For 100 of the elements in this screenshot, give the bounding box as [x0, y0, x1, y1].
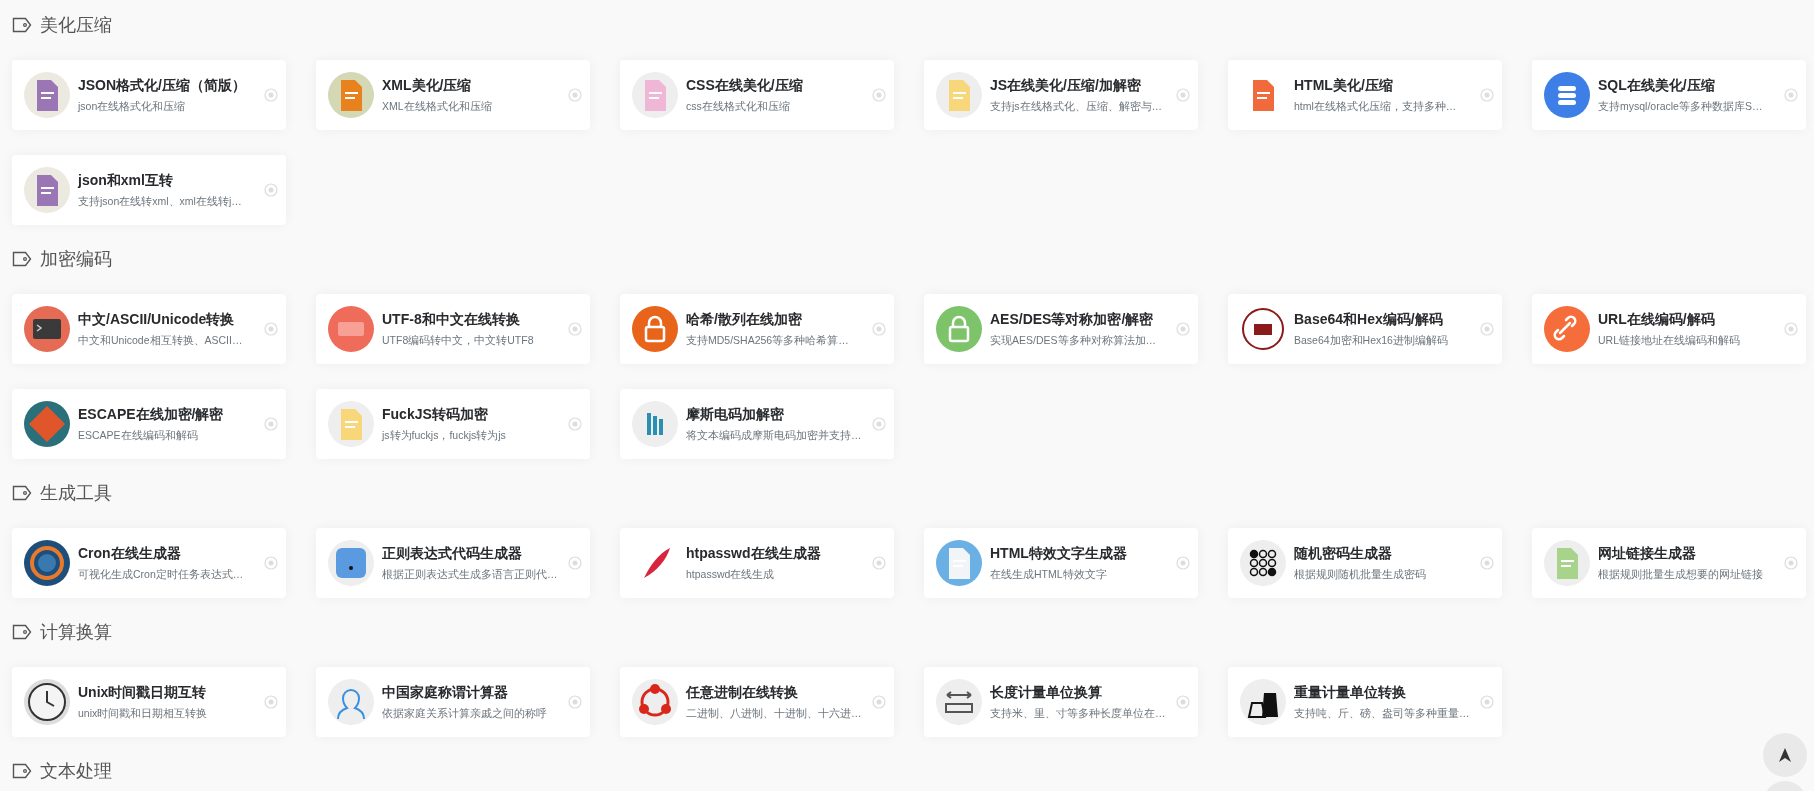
- tag-icon: [12, 485, 32, 501]
- dot-circle-icon: [264, 556, 278, 570]
- tool-card[interactable]: HTML美化/压缩 html在线格式化压缩，支持多种…: [1228, 60, 1502, 130]
- tag-icon: [12, 624, 32, 640]
- tool-card[interactable]: 重量计量单位转换 支持吨、斤、磅、盎司等多种重量…: [1228, 667, 1502, 737]
- tool-title: 长度计量单位换算: [990, 683, 1102, 703]
- tool-description: 可视化生成Cron定时任务表达式…: [78, 567, 244, 583]
- tool-card[interactable]: XML美化/压缩 XML在线格式化和压缩: [316, 60, 590, 130]
- tool-card[interactable]: UTF-8和中文在线转换 UTF8编码转中文，中文转UTF8: [316, 294, 590, 364]
- dot-circle-icon: [1480, 88, 1494, 102]
- tool-description: 中文和Unicode相互转换、ASCII…: [78, 333, 243, 349]
- tool-description: css在线格式化和压缩: [686, 99, 790, 115]
- tool-card[interactable]: CSS在线美化/压缩 css在线格式化和压缩: [620, 60, 894, 130]
- cycle-icon: [632, 679, 678, 725]
- tool-title: UTF-8和中文在线转换: [382, 310, 520, 330]
- dot-circle-icon: [264, 183, 278, 197]
- person-icon: [328, 679, 374, 725]
- tool-description: 支持js在线格式化、压缩、解密与…: [990, 99, 1163, 115]
- document-icon: [936, 540, 982, 586]
- bars-icon: [632, 401, 678, 447]
- dot-circle-icon: [872, 695, 886, 709]
- tool-card[interactable]: 长度计量单位换算 支持米、里、寸等多种长度单位在…: [924, 667, 1198, 737]
- tool-description: 支持吨、斤、磅、盎司等多种重量…: [1294, 706, 1470, 722]
- dial-icon: [24, 540, 70, 586]
- clock-icon: [24, 679, 70, 725]
- dot-circle-icon: [264, 695, 278, 709]
- dot-circle-icon: [1480, 556, 1494, 570]
- tool-card[interactable]: htpasswd在线生成器 htpasswd在线生成: [620, 528, 894, 598]
- tool-card[interactable]: Unix时间戳日期互转 unix时间戳和日期相互转换: [12, 667, 286, 737]
- arrow-up-icon: [1777, 747, 1793, 763]
- tool-description: 根据规则随机批量生成密码: [1294, 567, 1426, 583]
- dot-circle-icon: [1480, 322, 1494, 336]
- tool-description: XML在线格式化和压缩: [382, 99, 492, 115]
- tool-card[interactable]: SQL在线美化/压缩 支持mysql/oracle等多种数据库S…: [1532, 60, 1806, 130]
- tool-description: URL链接地址在线编码和解码: [1598, 333, 1740, 349]
- tool-card[interactable]: 哈希/散列在线加密 支持MD5/SHA256等多种哈希算…: [620, 294, 894, 364]
- dot-circle-icon: [872, 556, 886, 570]
- tool-card[interactable]: 中国家庭称谓计算器 依据家庭关系计算亲戚之间的称呼: [316, 667, 590, 737]
- section-title: 美化压缩: [40, 13, 112, 37]
- section-title: 文本处理: [40, 759, 112, 783]
- tool-card[interactable]: JS在线美化/压缩/加解密 支持js在线格式化、压缩、解密与…: [924, 60, 1198, 130]
- tool-card[interactable]: AES/DES等对称加密/解密 实现AES/DES等多种对称算法加…: [924, 294, 1198, 364]
- tool-card[interactable]: Cron在线生成器 可视化生成Cron定时任务表达式…: [12, 528, 286, 598]
- tool-card[interactable]: json和xml互转 支持json在线转xml、xml在线转j…: [12, 155, 286, 225]
- tool-description: json在线格式化和压缩: [78, 99, 186, 115]
- ruler-icon: [936, 679, 982, 725]
- tool-card[interactable]: HTML特效文字生成器 在线生成HTML特效文字: [924, 528, 1198, 598]
- tool-title: JS在线美化/压缩/加解密: [990, 76, 1141, 96]
- tool-description: js转为fuckjs，fuckjs转为js: [382, 428, 506, 444]
- tool-title: 哈希/散列在线加密: [686, 310, 802, 330]
- dot-circle-icon: [568, 695, 582, 709]
- tool-title: 正则表达式代码生成器: [382, 544, 522, 564]
- tool-title: JSON格式化/压缩（简版）: [78, 76, 246, 96]
- tool-card[interactable]: URL在线编码/解码 URL链接地址在线编码和解码: [1532, 294, 1806, 364]
- section-title: 计算换算: [40, 620, 112, 644]
- tool-card[interactable]: 网址链接生成器 根据规则批量生成想要的网址链接: [1532, 528, 1806, 598]
- tool-title: 中国家庭称谓计算器: [382, 683, 508, 703]
- lock-icon: [632, 306, 678, 352]
- tool-title: HTML美化/压缩: [1294, 76, 1393, 96]
- tool-title: 网址链接生成器: [1598, 544, 1696, 564]
- dot-circle-icon: [568, 417, 582, 431]
- tool-description: 根据正则表达式生成多语言正则代…: [382, 567, 558, 583]
- dot-circle-icon: [872, 417, 886, 431]
- tool-card[interactable]: 正则表达式代码生成器 根据正则表达式生成多语言正则代…: [316, 528, 590, 598]
- tool-title: SQL在线美化/压缩: [1598, 76, 1715, 96]
- tool-description: html在线格式化压缩，支持多种…: [1294, 99, 1457, 115]
- tool-card[interactable]: 摩斯电码加解密 将文本编码成摩斯电码加密并支持…: [620, 389, 894, 459]
- tag-icon: [12, 17, 32, 33]
- dot-circle-icon: [568, 556, 582, 570]
- dot-circle-icon: [872, 322, 886, 336]
- dot-circle-icon: [1480, 695, 1494, 709]
- dot-circle-icon: [872, 88, 886, 102]
- dot-circle-icon: [1784, 88, 1798, 102]
- tool-title: htpasswd在线生成器: [686, 544, 821, 564]
- database-icon: [1544, 72, 1590, 118]
- tool-card[interactable]: 中文/ASCII/Unicode转换 中文和Unicode相互转换、ASCII…: [12, 294, 286, 364]
- tool-card[interactable]: 随机密码生成器 根据规则随机批量生成密码: [1228, 528, 1502, 598]
- tool-description: 支持米、里、寸等多种长度单位在…: [990, 706, 1166, 722]
- tool-card[interactable]: FuckJS转码加密 js转为fuckjs，fuckjs转为js: [316, 389, 590, 459]
- tool-description: ESCAPE在线编码和解码: [78, 428, 198, 444]
- tool-title: 重量计量单位转换: [1294, 683, 1406, 703]
- tool-title: 摩斯电码加解密: [686, 405, 784, 425]
- dot-circle-icon: [1176, 695, 1190, 709]
- tool-card[interactable]: JSON格式化/压缩（简版） json在线格式化和压缩: [12, 60, 286, 130]
- document-icon: [24, 72, 70, 118]
- label-icon: [328, 306, 374, 352]
- document-icon: [24, 167, 70, 213]
- document-icon: [328, 72, 374, 118]
- tool-card[interactable]: Base64和Hex编码/解码 Base64加密和Hex16进制编解码: [1228, 294, 1502, 364]
- document-icon: [632, 72, 678, 118]
- dot-circle-icon: [1176, 556, 1190, 570]
- tool-description: unix时间戳和日期相互转换: [78, 706, 208, 722]
- back-to-top-button[interactable]: [1763, 733, 1807, 777]
- tool-title: 随机密码生成器: [1294, 544, 1392, 564]
- tool-card[interactable]: ESCAPE在线加密/解密 ESCAPE在线编码和解码: [12, 389, 286, 459]
- dot-circle-icon: [264, 417, 278, 431]
- tool-title: 任意进制在线转换: [686, 683, 798, 703]
- tool-card[interactable]: 任意进制在线转换 二进制、八进制、十进制、十六进…: [620, 667, 894, 737]
- dot-circle-icon: [568, 322, 582, 336]
- tool-title: CSS在线美化/压缩: [686, 76, 803, 96]
